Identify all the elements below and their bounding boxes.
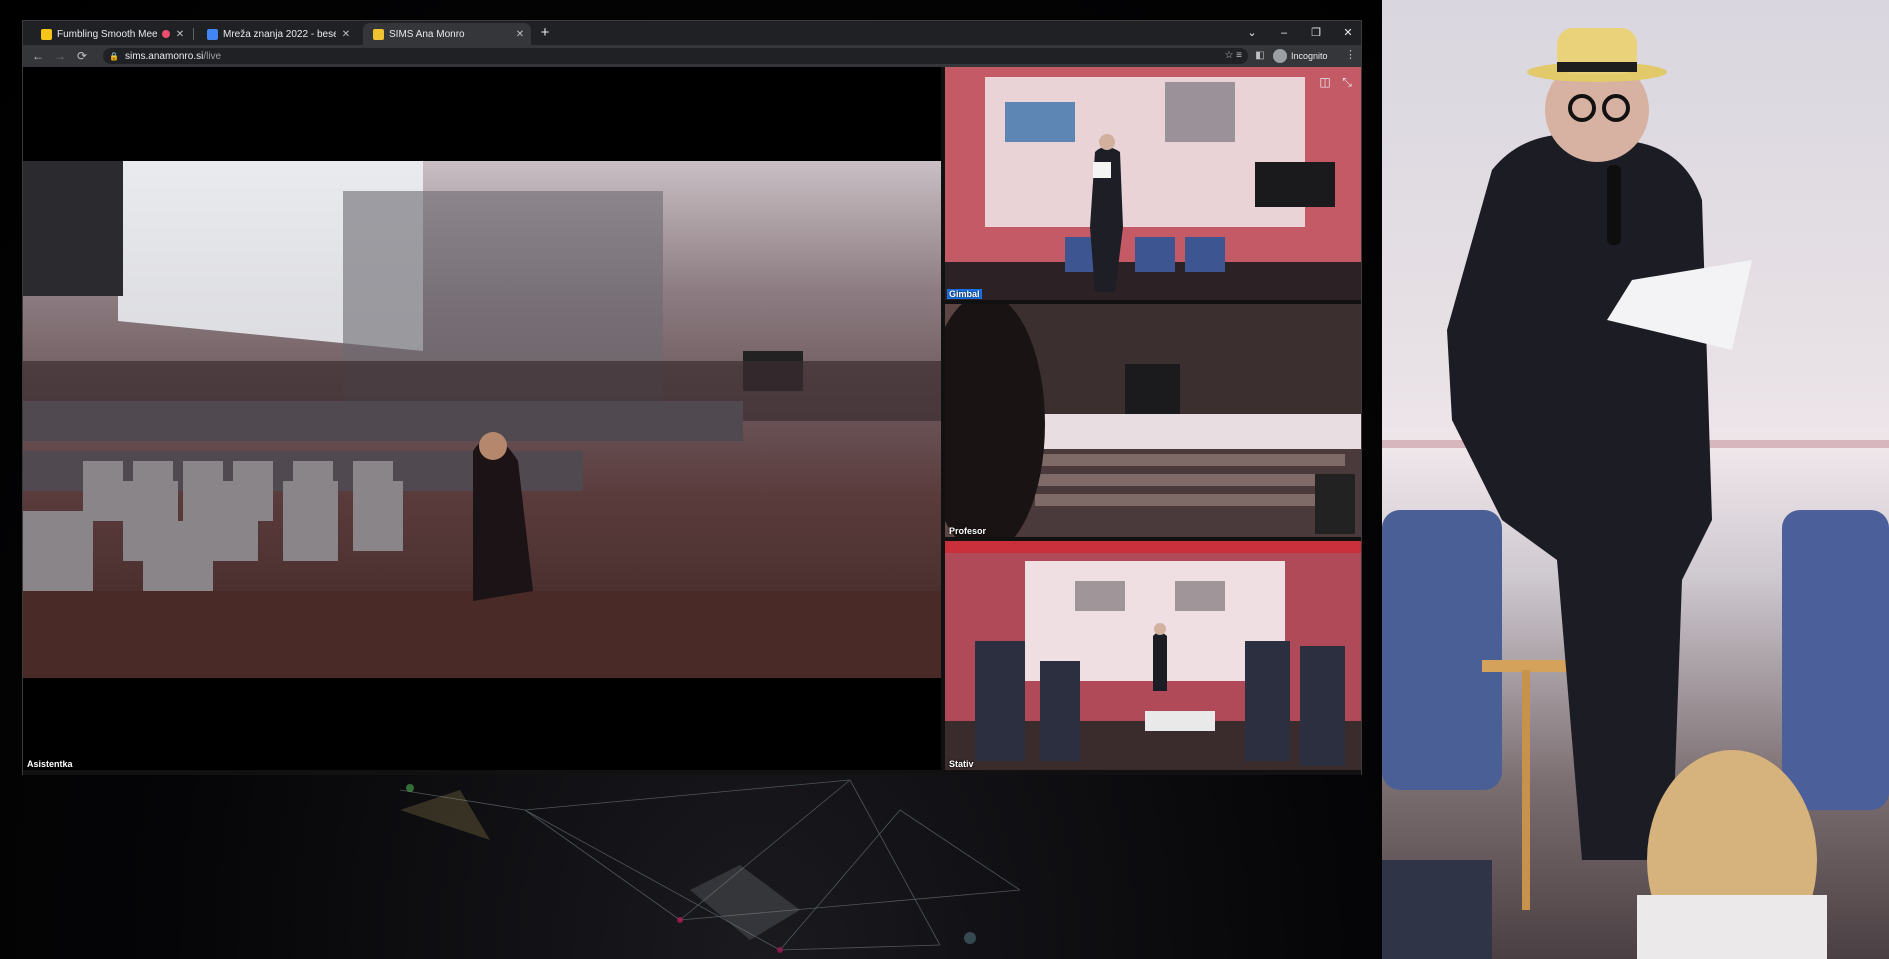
incognito-icon — [1273, 49, 1287, 63]
video-tile-asistentka[interactable]: Asistentka — [23, 67, 941, 770]
incognito-profile-button[interactable]: Incognito — [1273, 48, 1328, 64]
audience-hall-image — [23, 161, 941, 678]
tab-divider — [193, 28, 194, 40]
tile-label: Profesor — [949, 526, 987, 536]
media-control-icon[interactable]: ≡ — [1231, 48, 1247, 64]
browser-menu-icon[interactable]: ⋮ — [1345, 48, 1356, 61]
video-tile-gimbal[interactable]: ◫ ⤡ Gimbal — [945, 67, 1361, 300]
tab-label: Mreža znanja 2022 - besedilo za — [223, 28, 336, 40]
tile-label: Asistentka — [27, 759, 73, 769]
exit-fullscreen-icon[interactable]: ⤡ — [1339, 75, 1355, 90]
sims-icon — [373, 28, 384, 40]
tile-label: Stativ — [949, 759, 974, 769]
network-lines-graphic — [399, 779, 1021, 953]
audience-from-stage-image — [945, 304, 1361, 537]
forward-button[interactable]: → — [51, 47, 69, 65]
reload-button[interactable]: ⟳ — [73, 47, 91, 65]
address-bar[interactable]: 🔒 sims.anamonro.si /live — [103, 48, 1248, 64]
speaker-scene-image — [1382, 28, 1889, 959]
tab-sims-ana-monro[interactable]: SIMS Ana Monro ✕ — [363, 23, 531, 45]
incognito-label: Incognito — [1291, 51, 1328, 61]
close-tab-icon[interactable]: ✕ — [515, 29, 525, 40]
close-window-button[interactable]: ✕ — [1337, 23, 1359, 43]
lock-icon[interactable]: 🔒 — [109, 52, 119, 61]
video-tile-stativ[interactable]: Stativ — [945, 541, 1361, 770]
docs-icon — [207, 28, 218, 40]
tab-label: Fumbling Smooth Meetup | — [57, 28, 157, 40]
audience-scene — [23, 161, 941, 678]
minimize-button[interactable]: – — [1273, 23, 1295, 43]
back-button[interactable]: ← — [29, 47, 47, 65]
speaker-camera-feed — [1382, 0, 1889, 959]
recording-icon — [162, 30, 170, 38]
tab-fumbling-smooth[interactable]: Fumbling Smooth Meetup | ✕ — [31, 23, 191, 45]
tab-search-dropdown-icon[interactable]: ⌄ — [1241, 23, 1263, 43]
restore-button[interactable]: ❐ — [1305, 23, 1327, 43]
close-tab-icon[interactable]: ✕ — [341, 29, 351, 40]
side-panel-icon[interactable]: ◧ — [1252, 48, 1268, 64]
new-tab-button[interactable]: + — [536, 24, 554, 41]
tab-label: SIMS Ana Monro — [389, 28, 465, 40]
tab-strip: Fumbling Smooth Meetup | ✕ Mreža znanja … — [23, 21, 1361, 45]
tab-mreza-znanja[interactable]: Mreža znanja 2022 - besedilo za ✕ — [197, 23, 357, 45]
layout-toggle-icon[interactable]: ◫ — [1317, 75, 1333, 89]
stage-wide-image — [945, 67, 1361, 300]
browser-window: Fumbling Smooth Meetup | ✕ Mreža znanja … — [22, 20, 1362, 775]
url-path: /live — [203, 50, 222, 62]
page-viewport: Asistentka ◫ ⤡ Gimbal Profesor Stativ — [23, 67, 1361, 775]
close-tab-icon[interactable]: ✕ — [175, 29, 185, 40]
url-host: sims.anamonro.si — [124, 50, 204, 62]
duck-icon — [41, 28, 52, 40]
stage-tripod-image — [945, 541, 1361, 770]
browser-toolbar: ← → ⟳ 🔒 sims.anamonro.si /live ☆ ≡ ◧ Inc… — [23, 45, 1361, 67]
tile-label: Gimbal — [947, 289, 982, 299]
video-tile-profesor[interactable]: Profesor — [945, 304, 1361, 537]
